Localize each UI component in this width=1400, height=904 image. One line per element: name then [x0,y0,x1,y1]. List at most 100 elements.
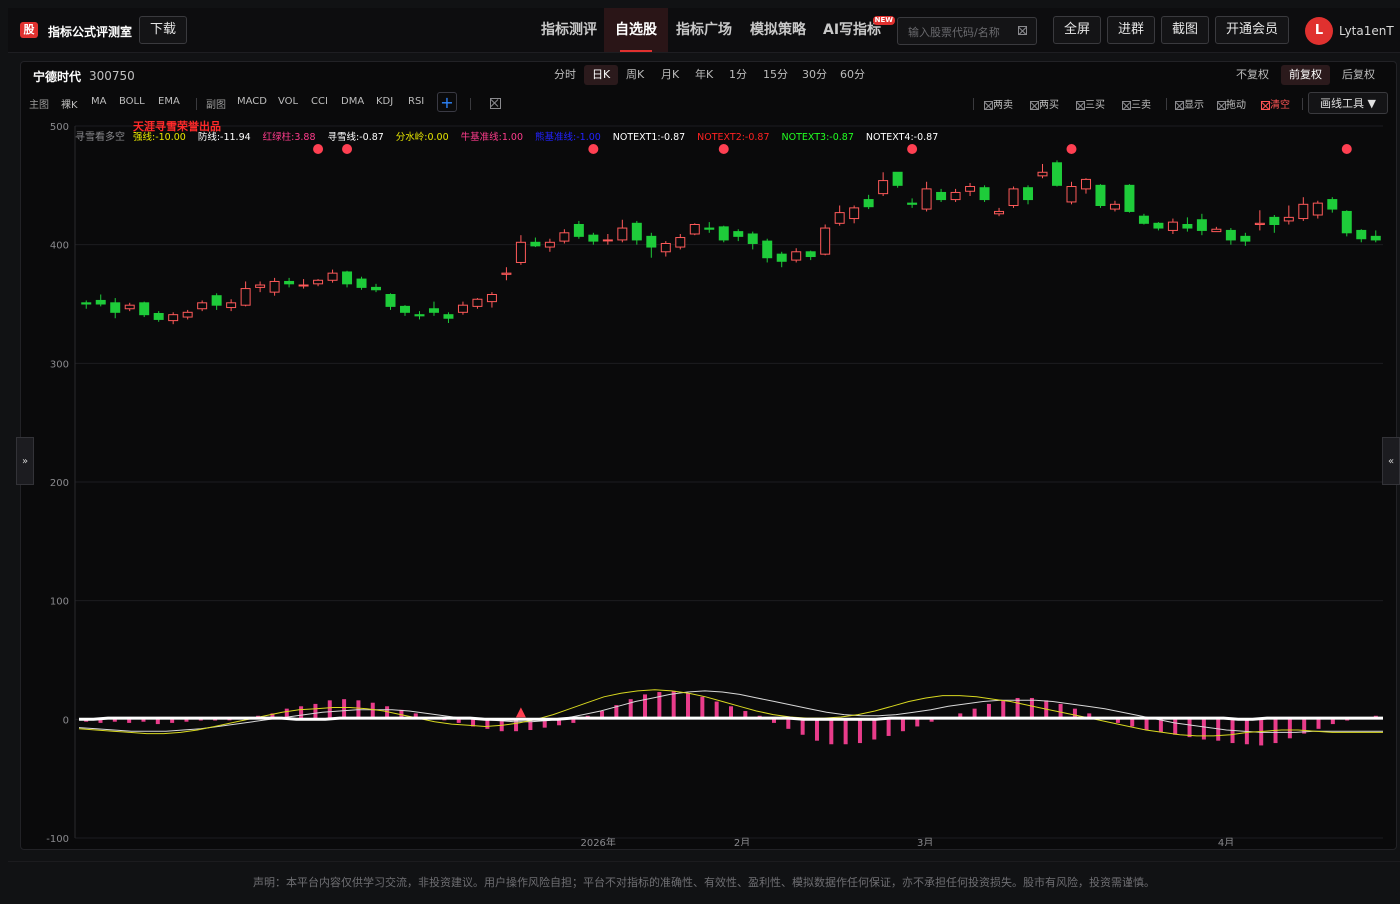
histogram-bar [127,719,132,723]
period-60min[interactable]: 60分 [832,65,873,85]
nav-watchlist[interactable]: 自选股 [604,8,668,52]
join-group-button[interactable]: 进群 [1107,16,1156,44]
x-axis-label: 3月 [917,837,933,846]
nav-indicator-review[interactable]: 指标测评 [530,8,608,52]
search-clear-icon[interactable] [1018,26,1027,35]
main-ema[interactable]: EMA [158,96,180,107]
candle-down [1269,216,1280,225]
main-chart-label: 主图 [29,100,49,111]
checkbox-icon [1076,100,1085,110]
stock-search-input[interactable] [906,18,1018,46]
period-monthly[interactable]: 月K [653,65,687,85]
candle-up [1080,178,1091,190]
legend-item: 熊基准线:-1.00 [535,131,601,143]
kline-chart[interactable]: 500 400 300 200 100 0 -100 2026年 2月 3月 4月 天涯寻雪荣誉出品寻… [21,116,1396,846]
candle-up [313,279,324,285]
remove-indicator-icon[interactable] [490,98,501,109]
histogram-bar [671,690,676,720]
histogram-bar [1158,719,1163,733]
screenshot-button[interactable]: 截图 [1161,16,1210,44]
indicator-toolbar: 主图 裸K MA BOLL EMA 副图 MACD VOL CCI DMA KD… [21,92,1396,114]
period-yearly[interactable]: 年K [687,65,721,85]
adjust-backward[interactable]: 后复权 [1334,65,1383,85]
filter-drag[interactable]: 拖动 [1217,96,1246,111]
candle-up [1037,171,1048,177]
period-15min[interactable]: 15分 [755,65,796,85]
main-boll[interactable]: BOLL [119,96,145,107]
filter-show-label: 显示 [1184,100,1204,111]
candle-up [950,191,961,201]
main-ma[interactable]: MA [91,96,106,107]
candle-up [921,188,932,210]
fullscreen-button[interactable]: 全屏 [1053,16,1102,44]
sub-rsi[interactable]: RSI [408,96,424,107]
candle-up [1211,228,1222,233]
candle-down [1052,162,1062,186]
period-intraday[interactable]: 分时 [546,65,584,85]
candle-up [675,237,686,248]
adjust-forward[interactable]: 前复权 [1281,65,1330,85]
right-sidebar-toggle[interactable]: « [1382,437,1400,485]
username[interactable]: Lyta1enT [1339,24,1394,38]
main-naked-k[interactable]: 裸K [61,96,78,111]
histogram-bar [514,719,519,732]
candle-down [139,302,150,316]
nav-indicator-plaza[interactable]: 指标广场 [665,8,743,52]
candle-up [501,272,512,275]
x-axis-label: 2月 [734,837,750,846]
filter-clear[interactable]: 清空 [1261,96,1290,111]
membership-button[interactable]: 开通会员 [1215,16,1290,44]
checkbox-icon [984,100,993,110]
legend-item: NOTEXT1:-0.87 [613,132,685,143]
nav-ai-indicator[interactable]: AI写指标 NEW [812,8,896,52]
draw-tools-dropdown[interactable]: 画线工具 ▼ [1308,92,1388,114]
candle-down [936,191,947,201]
add-indicator-button[interactable]: + [437,92,457,112]
histogram-bar [1330,719,1335,725]
sub-kdj[interactable]: KDJ [376,96,393,107]
period-30min[interactable]: 30分 [794,65,835,85]
x-axis-label: 2026年 [580,836,615,846]
candle-up [878,180,889,195]
filter-three-sell[interactable]: 三卖 [1122,96,1151,111]
left-sidebar-toggle[interactable]: » [16,437,34,485]
toolbar-divider [1166,98,1167,110]
adjust-none[interactable]: 不复权 [1228,65,1277,85]
candle-down [776,253,787,262]
filter-show[interactable]: 显示 [1175,96,1204,111]
period-daily[interactable]: 日K [584,65,619,85]
y-axis-tick: 400 [50,241,69,252]
candle-up [791,251,802,261]
nav-sim-strategy[interactable]: 模拟策略 [739,8,817,52]
filter-two-buy[interactable]: 两买 [1030,96,1059,111]
candle-down [1153,222,1164,229]
period-1min[interactable]: 1分 [721,65,755,85]
legend-item: 牛基准线:1.00 [461,131,523,143]
stock-search[interactable] [897,17,1037,46]
y-axis-tick: 100 [50,597,69,608]
download-button[interactable]: 下载 [139,16,188,44]
sub-dma[interactable]: DMA [341,96,364,107]
toolbar-divider [470,98,471,110]
candle-up [327,272,338,281]
candle-up [544,241,555,248]
histogram-bar [1187,719,1192,738]
candle-down [747,233,758,244]
sub-macd[interactable]: MACD [237,96,267,107]
candle-down [443,314,454,319]
candle-up [1283,216,1294,222]
candle-down [153,312,164,320]
histogram-bar [1287,719,1292,739]
candle-down [81,302,92,305]
candle-down [1341,210,1352,234]
sub-cci[interactable]: CCI [311,96,328,107]
sub-vol[interactable]: VOL [278,96,298,107]
period-weekly[interactable]: 周K [618,65,652,85]
filter-three-buy[interactable]: 三买 [1076,96,1105,111]
candle-up [1167,221,1178,231]
avatar[interactable]: L [1305,17,1333,45]
candle-down [762,240,773,259]
filter-two-sell[interactable]: 两卖 [984,96,1013,111]
candle-down [863,199,874,208]
candle-up [1298,203,1309,220]
